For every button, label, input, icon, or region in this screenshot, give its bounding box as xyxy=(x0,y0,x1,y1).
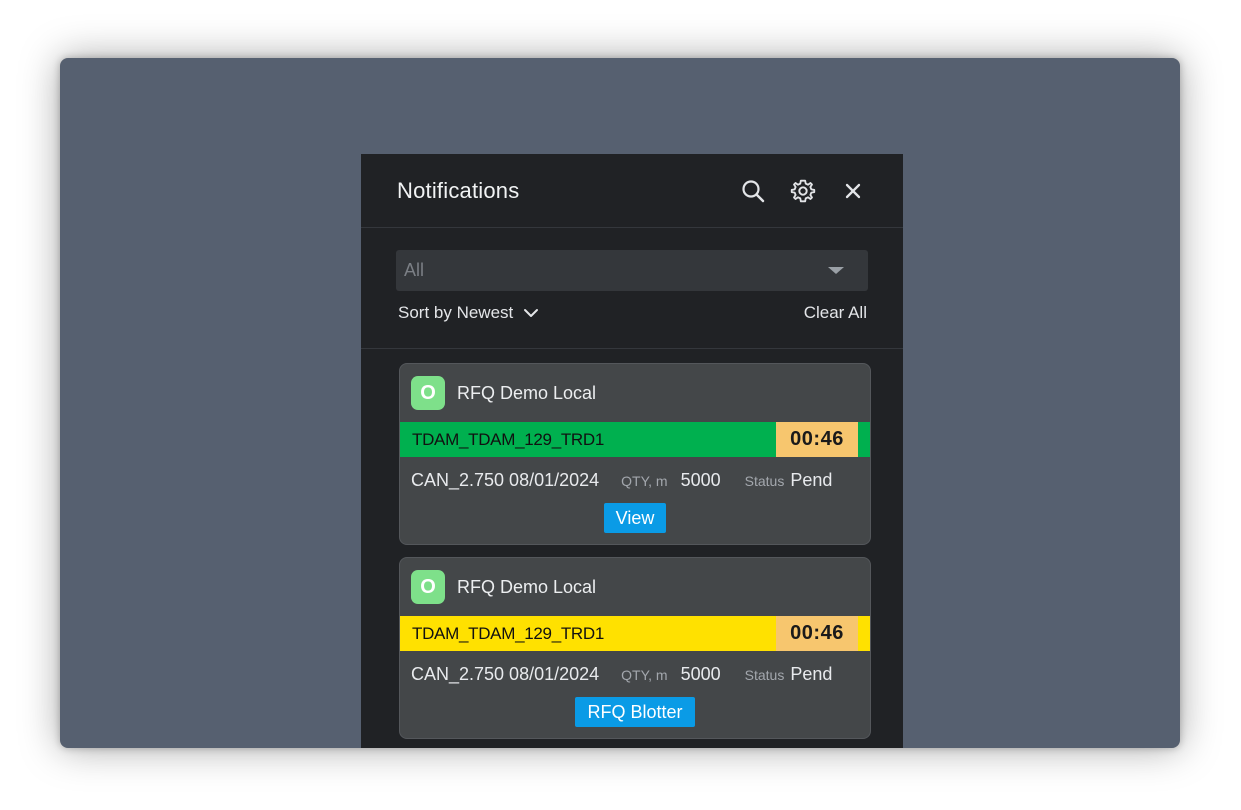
filter-area: All Sort by Newest Clear All xyxy=(361,228,903,349)
app-name: RFQ Demo Local xyxy=(457,382,597,403)
desktop-backdrop: Notifications All Sort by Newest Clear A… xyxy=(60,58,1180,748)
clear-all-button[interactable]: Clear All xyxy=(804,303,867,323)
trade-id: TDAM_TDAM_129_TRD1 xyxy=(412,623,605,643)
instrument: CAN_2.750 08/01/2024 xyxy=(411,470,600,490)
countdown-timer: 00:46 xyxy=(776,616,858,651)
status-value: Pend xyxy=(790,664,833,684)
gear-icon xyxy=(790,179,816,202)
action-wrap: View xyxy=(400,503,870,533)
header-actions xyxy=(738,176,868,206)
search-button[interactable] xyxy=(738,176,768,206)
qty-label: QTY, m xyxy=(621,667,668,683)
notification-card: O RFQ Demo Local TDAM_TDAM_129_TRD1 00:4… xyxy=(399,363,871,545)
detail-row: CAN_2.750 08/01/2024 QTY, m 5000 Status … xyxy=(400,664,870,685)
app-badge: O xyxy=(411,570,445,604)
panel-title: Notifications xyxy=(397,177,520,203)
chevron-down-icon xyxy=(524,309,539,317)
notifications-panel: Notifications All Sort by Newest Clear A… xyxy=(361,154,903,748)
sort-label: Sort by Newest xyxy=(398,303,514,322)
qty-value: 5000 xyxy=(680,470,721,490)
close-icon xyxy=(845,183,861,198)
sort-dropdown[interactable]: Sort by Newest xyxy=(396,303,539,323)
caret-down-icon xyxy=(828,267,844,274)
countdown-timer: 00:46 xyxy=(776,422,858,457)
search-icon xyxy=(742,179,765,202)
card-header: O RFQ Demo Local xyxy=(400,558,870,616)
status-label: Status xyxy=(744,667,785,683)
close-button[interactable] xyxy=(838,176,868,206)
settings-button[interactable] xyxy=(788,176,818,206)
qty-label: QTY, m xyxy=(621,473,668,489)
view-button[interactable]: View xyxy=(603,503,667,533)
notification-card: O RFQ Demo Local TDAM_TDAM_129_TRD1 00:4… xyxy=(399,557,871,739)
trade-id: TDAM_TDAM_129_TRD1 xyxy=(412,429,605,449)
category-filter-select[interactable]: All xyxy=(396,250,868,291)
filter-value: All xyxy=(404,260,425,280)
action-wrap: RFQ Blotter xyxy=(400,697,870,727)
status-label: Status xyxy=(744,473,785,489)
instrument: CAN_2.750 08/01/2024 xyxy=(411,664,600,684)
detail-row: CAN_2.750 08/01/2024 QTY, m 5000 Status … xyxy=(400,470,870,491)
rfq-blotter-button[interactable]: RFQ Blotter xyxy=(575,697,695,727)
trade-bar: TDAM_TDAM_129_TRD1 00:46 xyxy=(400,616,870,651)
panel-header: Notifications xyxy=(361,154,903,228)
card-header: O RFQ Demo Local xyxy=(400,364,870,422)
app-badge: O xyxy=(411,376,445,410)
qty-value: 5000 xyxy=(680,664,721,684)
status-value: Pend xyxy=(790,470,833,490)
trade-bar: TDAM_TDAM_129_TRD1 00:46 xyxy=(400,422,870,457)
app-name: RFQ Demo Local xyxy=(457,576,597,597)
sort-row: Sort by Newest Clear All xyxy=(396,303,868,323)
